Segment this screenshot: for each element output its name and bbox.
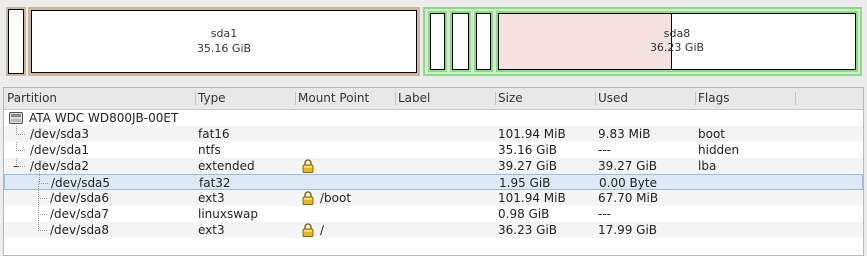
- disk-map-sda1-name: sda1: [210, 27, 238, 40]
- column-header-partition[interactable]: Partition: [4, 88, 194, 109]
- partition-used: 39.27 GiB: [598, 159, 658, 173]
- disk-map-sda2-extended[interactable]: sda8 36.23 GiB: [423, 7, 862, 76]
- partition-size: 35.16 GiB: [498, 143, 558, 157]
- device-row[interactable]: ATA WDC WD800JB-00ET: [4, 110, 863, 126]
- disk-map-sda1-size: 35.16 GiB: [196, 42, 252, 55]
- partition-type: ext3: [198, 223, 225, 237]
- partition-size: 101.94 MiB: [498, 127, 566, 141]
- tree-line: [38, 182, 47, 199]
- disk-map-sda1[interactable]: sda1 35.16 GiB: [28, 7, 420, 76]
- partition-row[interactable]: /dev/sda3 fat16 101.94 MiB 9.83 MiB boot: [4, 126, 863, 142]
- partition-type: extended: [198, 159, 255, 173]
- partition-type: linuxswap: [198, 207, 259, 221]
- tree-line: [16, 142, 25, 151]
- partition-name: /dev/sda3: [30, 127, 90, 141]
- collapse-expander-icon[interactable]: –: [13, 158, 19, 174]
- partition-name: /dev/sda7: [50, 207, 110, 221]
- partition-list-header: Partition Type Mount Point Label Size Us…: [4, 88, 863, 110]
- disk-map-sda7[interactable]: [474, 11, 493, 72]
- tree-line: [16, 126, 25, 135]
- partition-row[interactable]: /dev/sda1 ntfs 35.16 GiB --- hidden: [4, 142, 863, 158]
- lock-icon: [302, 191, 314, 205]
- column-header-flags[interactable]: Flags: [695, 88, 795, 109]
- partition-type: fat32: [199, 176, 231, 190]
- partition-size: 101.94 MiB: [498, 191, 566, 205]
- lock-icon: [302, 223, 314, 237]
- column-header-used[interactable]: Used: [595, 88, 695, 109]
- partition-used: ---: [598, 143, 611, 157]
- partition-size: 39.27 GiB: [498, 159, 558, 173]
- tree-line: [38, 198, 47, 215]
- partition-name: /dev/sda5: [51, 176, 111, 190]
- partition-type: fat16: [198, 127, 230, 141]
- column-header-mount-point[interactable]: Mount Point: [295, 88, 395, 109]
- partition-list[interactable]: Partition Type Mount Point Label Size Us…: [3, 87, 864, 256]
- partition-row[interactable]: /dev/sda6 ext3/boot 101.94 MiB 67.70 MiB: [4, 182, 863, 206]
- device-name: ATA WDC WD800JB-00ET: [29, 111, 179, 125]
- column-header-size[interactable]: Size: [495, 88, 595, 109]
- partition-flags: hidden: [698, 143, 740, 157]
- partition-row[interactable]: /dev/sda8 ext3 / 36.23 GiB 17.99 GiB: [4, 214, 863, 238]
- partition-used: ---: [598, 207, 611, 221]
- lock-icon: [302, 159, 314, 173]
- partition-mount-point: /: [320, 223, 325, 237]
- partition-name: /dev/sda1: [30, 143, 90, 157]
- column-header-label[interactable]: Label: [395, 88, 495, 109]
- column-header-type[interactable]: Type: [195, 88, 295, 109]
- disk-map: sda1 35.16 GiB sda8 36.23 GiB: [0, 0, 867, 82]
- tree-line: [38, 214, 47, 231]
- partition-type: ntfs: [198, 143, 221, 157]
- partition-name: /dev/sda6: [50, 191, 110, 205]
- partition-flags: lba: [698, 159, 717, 173]
- hard-disk-icon: [9, 112, 23, 124]
- disk-map-sda8-size: 36.23 GiB: [649, 41, 705, 54]
- partition-row[interactable]: /dev/sda7 linuxswap 0.98 GiB ---: [4, 198, 863, 222]
- partition-size: 36.23 GiB: [498, 223, 558, 237]
- partition-used: 9.83 MiB: [598, 127, 651, 141]
- partition-type: ext3: [198, 191, 225, 205]
- partition-used: 17.99 GiB: [598, 223, 658, 237]
- partition-size: 0.98 GiB: [498, 207, 550, 221]
- partition-used: 67.70 MiB: [598, 191, 659, 205]
- partition-used: 0.00 Byte: [599, 176, 657, 190]
- partition-name: /dev/sda8: [50, 223, 110, 237]
- disk-map-sda8[interactable]: sda8 36.23 GiB: [496, 11, 858, 72]
- partition-mount-point: /boot: [320, 191, 352, 205]
- partition-flags: boot: [698, 127, 726, 141]
- disk-map-sda3[interactable]: [6, 7, 26, 76]
- partition-row[interactable]: /dev/sda5 fat32 1.95 GiB 0.00 Byte: [4, 167, 863, 190]
- disk-map-sda6[interactable]: [450, 11, 471, 72]
- partition-row[interactable]: –/dev/sda2 extended 39.27 GiB 39.27 GiB lba: [4, 158, 863, 174]
- partition-size: 1.95 GiB: [499, 176, 551, 190]
- disk-map-sda5[interactable]: [428, 11, 447, 72]
